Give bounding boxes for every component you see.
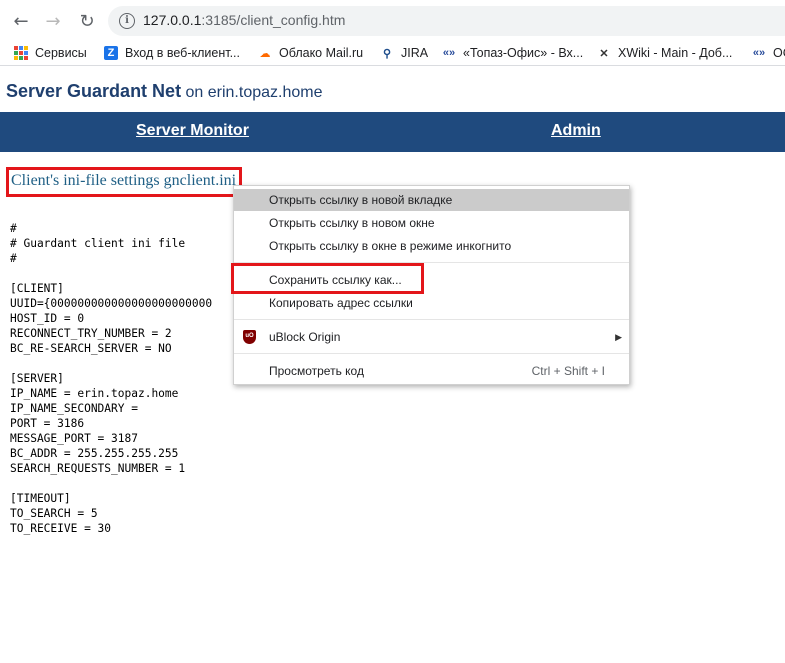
ini-line: TO_SEARCH = 5 bbox=[10, 507, 98, 520]
ini-line: IP_NAME_SECONDARY = bbox=[10, 402, 138, 415]
ini-line: TO_RECEIVE = 30 bbox=[10, 522, 112, 535]
menu-separator bbox=[234, 353, 629, 354]
ini-line: HOST_ID = 0 bbox=[10, 312, 85, 325]
bookmark-label: Вход в веб-клиент... bbox=[125, 46, 240, 60]
menu-item-open-incognito[interactable]: Открыть ссылку в окне в режиме инкогнито bbox=[234, 235, 629, 257]
jira-icon: ⚲ bbox=[382, 47, 392, 60]
highlight-box-save bbox=[231, 263, 424, 294]
ini-line: [SERVER] bbox=[10, 372, 64, 385]
bookmark-label: ОС bbox=[773, 46, 785, 60]
ini-line bbox=[10, 266, 212, 281]
bookmark-label: JIRA bbox=[401, 46, 429, 60]
bookmark-jira[interactable]: ⚲ JIRA bbox=[380, 44, 428, 62]
reload-icon[interactable]: ↻ bbox=[74, 8, 100, 34]
cloud-icon: ☁ bbox=[259, 47, 271, 60]
ini-line: BC_ADDR = 255.255.255.255 bbox=[10, 447, 179, 460]
bookmark-label: XWiki - Main - Доб... bbox=[618, 46, 733, 60]
bookmark-services[interactable]: Сервисы bbox=[14, 44, 87, 62]
menu-item-copy-link[interactable]: Копировать адрес ссылки bbox=[234, 292, 629, 314]
ini-line: [CLIENT] bbox=[10, 282, 64, 295]
host-text: on erin.topaz.home bbox=[181, 84, 323, 101]
forward-arrow-icon[interactable]: → bbox=[40, 8, 66, 34]
ini-file-content: # # Guardant client ini file # [CLIENT] … bbox=[10, 221, 212, 536]
bookmark-xwiki[interactable]: ✕ XWiki - Main - Доб... bbox=[597, 44, 732, 62]
ini-line: # bbox=[10, 222, 17, 235]
topaz-icon: «» bbox=[752, 47, 766, 59]
url-host: 127.0.0.1 bbox=[143, 12, 202, 28]
bookmark-label: «Топаз-Офис» - Вх... bbox=[463, 46, 584, 60]
menu-item-open-new-window[interactable]: Открыть ссылку в новом окне bbox=[234, 212, 629, 234]
info-icon[interactable]: i bbox=[119, 13, 135, 29]
ini-line: UUID={000000000000000000000000 bbox=[10, 297, 213, 310]
back-arrow-icon[interactable]: ← bbox=[8, 8, 34, 34]
ini-line bbox=[10, 476, 212, 491]
main-navbar: Server Monitor Admin bbox=[0, 112, 785, 152]
topaz-icon: «» bbox=[442, 47, 456, 59]
browser-toolbar: ← → ↻ i 127.0.0.1:3185/client_config.htm bbox=[0, 0, 785, 40]
menu-item-label: uBlock Origin bbox=[269, 330, 341, 344]
ini-line: MESSAGE_PORT = 3187 bbox=[10, 432, 138, 445]
url-text[interactable]: 127.0.0.1:3185/client_config.htm bbox=[143, 12, 345, 28]
menu-item-view-source[interactable]: Просмотреть код Ctrl + Shift + I bbox=[234, 360, 629, 382]
menu-item-ublock[interactable]: uO uBlock Origin ▶ bbox=[234, 326, 629, 348]
ini-line: IP_NAME = erin.topaz.home bbox=[10, 387, 179, 400]
bookmark-topaz-office[interactable]: «» «Топаз-Офис» - Вх... bbox=[442, 44, 583, 62]
ini-line bbox=[10, 356, 212, 371]
highlight-box-link bbox=[6, 167, 242, 197]
page-title: Server Guardant Net on erin.topaz.home bbox=[6, 81, 322, 102]
bookmarks-bar: Сервисы Z Вход в веб-клиент... ☁ Облако … bbox=[0, 40, 785, 66]
xwiki-icon: ✕ bbox=[599, 47, 609, 60]
submenu-arrow-icon: ▶ bbox=[615, 332, 622, 342]
bookmark-label: Облако Mail.ru bbox=[279, 46, 364, 60]
ini-line: SEARCH_REQUESTS_NUMBER = 1 bbox=[10, 462, 186, 475]
menu-item-label: Просмотреть код bbox=[269, 364, 364, 378]
ini-line: PORT = 3186 bbox=[10, 417, 85, 430]
ini-line: [TIMEOUT] bbox=[10, 492, 71, 505]
menu-separator bbox=[234, 319, 629, 320]
ini-line: RECONNECT_TRY_NUMBER = 2 bbox=[10, 327, 172, 340]
bookmark-cloud-mail[interactable]: ☁ Облако Mail.ru bbox=[258, 44, 364, 62]
shortcut-hint: Ctrl + Shift + I bbox=[531, 364, 605, 378]
bookmark-web-client[interactable]: Z Вход в веб-клиент... bbox=[104, 44, 240, 62]
url-path: :3185/client_config.htm bbox=[201, 12, 346, 28]
ublock-shield-icon: uO bbox=[243, 330, 256, 344]
server-monitor-link[interactable]: Server Monitor bbox=[136, 122, 249, 140]
menu-item-open-new-tab[interactable]: Открыть ссылку в новой вкладке bbox=[234, 189, 629, 211]
apps-grid-icon bbox=[14, 46, 28, 60]
ini-line: # Guardant client ini file bbox=[10, 237, 186, 250]
bookmark-label: Сервисы bbox=[35, 46, 87, 60]
admin-link[interactable]: Admin bbox=[551, 122, 601, 140]
ini-line: # bbox=[10, 252, 17, 265]
brand-name: Server Guardant Net bbox=[6, 81, 182, 101]
ini-line: BC_RE-SEARCH_SERVER = NO bbox=[10, 342, 172, 355]
address-bar[interactable]: i 127.0.0.1:3185/client_config.htm bbox=[108, 6, 785, 36]
zimbra-icon: Z bbox=[104, 46, 118, 60]
bookmark-os[interactable]: «» ОС bbox=[752, 44, 785, 62]
